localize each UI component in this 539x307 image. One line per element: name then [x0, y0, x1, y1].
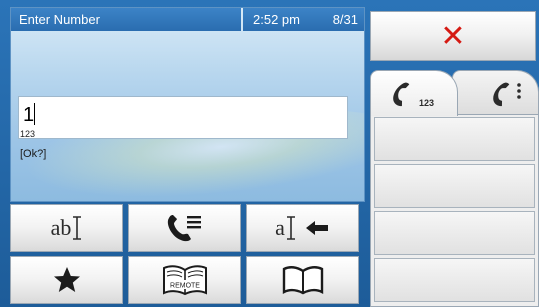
remote-label: REMOTE: [170, 283, 200, 290]
ab-input-mode-button[interactable]: ab: [10, 204, 123, 252]
recent-calls-tab[interactable]: [452, 70, 539, 116]
number-entry-panel: Enter Number 2:52 pm 8/31 1 123 [Ok?]: [10, 7, 365, 202]
number-input-field[interactable]: 1: [18, 96, 348, 139]
confirm-hint: [Ok?]: [20, 148, 47, 160]
phone-recent-icon: [493, 82, 521, 107]
remote-book-icon: REMOTE: [162, 265, 207, 296]
list-item[interactable]: [374, 258, 535, 302]
remote-phonebook-button[interactable]: REMOTE: [128, 256, 241, 304]
call-list-button[interactable]: [128, 204, 241, 252]
number-value: 1: [23, 104, 35, 126]
list-item[interactable]: [374, 211, 535, 255]
status-bar: 2:52 pm 8/31: [243, 8, 364, 31]
favorites-button[interactable]: [10, 256, 123, 304]
close-icon: ✕: [440, 18, 466, 54]
input-mode-indicator: 123: [20, 129, 36, 139]
contacts-tab[interactable]: 123: [370, 70, 458, 116]
backspace-label: a: [275, 215, 285, 240]
backspace-arrow-icon: [305, 221, 328, 235]
phone-list-icon: [167, 215, 201, 242]
close-button[interactable]: ✕: [370, 11, 536, 61]
star-icon: [53, 267, 80, 292]
ab-label: ab: [50, 215, 72, 240]
text-cursor-icon: [73, 216, 82, 240]
list-item[interactable]: [374, 164, 535, 208]
phone-contacts-icon: 123: [393, 82, 434, 108]
title-bar: Enter Number: [11, 8, 241, 31]
clock-time: 2:52 pm: [253, 12, 300, 27]
text-cursor-icon: [286, 216, 295, 240]
open-book-icon: [282, 266, 323, 295]
calendar-date: 8/31: [332, 12, 358, 27]
list-item[interactable]: [374, 117, 535, 161]
page-title: Enter Number: [19, 12, 100, 27]
backspace-button[interactable]: a: [246, 204, 359, 252]
phonebook-button[interactable]: [246, 256, 359, 304]
contacts-badge: 123: [419, 98, 434, 108]
text-caret: [34, 103, 36, 125]
